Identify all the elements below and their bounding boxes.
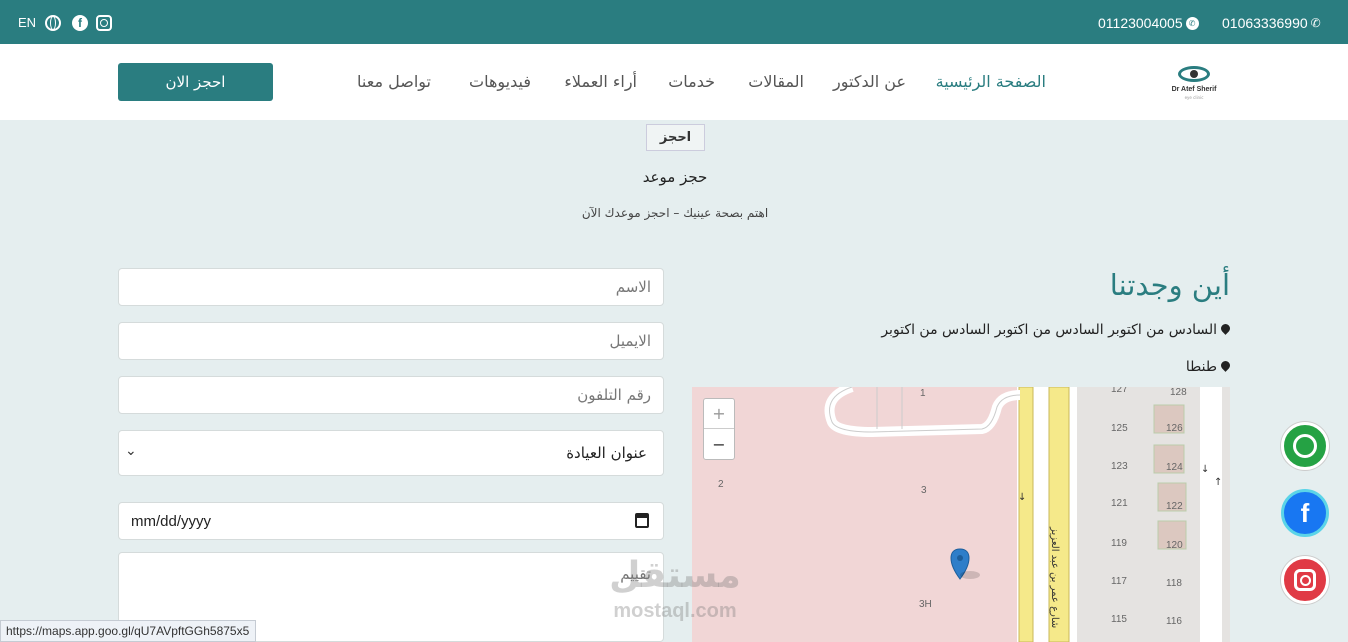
facebook-icon: f [1300, 497, 1310, 528]
phone-input[interactable] [119, 377, 663, 413]
map-label: 3H [919, 599, 932, 610]
svg-text:↓: ↓ [1018, 492, 1026, 503]
clinic-select-value: عنوان العيادة [566, 444, 647, 462]
browser-status-url: https://maps.app.goo.gl/qU7AVpftGGh5875x… [0, 620, 256, 642]
address-line: السادس من اكتوبر السادس من اكتوبر السادس… [881, 322, 1230, 338]
whatsapp-icon: ✆ [1185, 16, 1199, 30]
nav-item-articles[interactable]: المقالات [748, 72, 804, 91]
book-now-button[interactable]: احجز الان [118, 63, 273, 101]
watermark-url: mostaql.com [613, 600, 737, 622]
globe-icon[interactable] [45, 15, 61, 31]
watermark-logo: مستقل [609, 555, 741, 596]
facebook-float-button[interactable]: f [1281, 489, 1329, 537]
phone-number: 01063336990 [1222, 15, 1308, 31]
location-map[interactable]: 1 2 3 3H 127 128 125 126 123 124 121 122… [692, 387, 1230, 642]
city-text: طنطا [1185, 359, 1217, 375]
site-logo[interactable]: Dr Atef Sherif eye clinic [1168, 62, 1220, 102]
map-pin-icon [1221, 361, 1230, 373]
zoom-in-button[interactable]: + [704, 399, 734, 429]
map-label: 128 [1170, 387, 1187, 398]
map-label: 122 [1166, 501, 1183, 512]
map-label: 126 [1166, 423, 1183, 434]
address-text: السادس من اكتوبر السادس من اكتوبر السادس… [881, 322, 1217, 338]
phone-field-wrap [118, 376, 664, 414]
city-line: طنطا [1186, 359, 1230, 375]
calendar-icon[interactable] [635, 513, 649, 528]
nav-menu: الصفحة الرئيسية عن الدكتور المقالات خدما… [355, 72, 1055, 96]
map-label: 116 [1166, 616, 1182, 627]
nav-item-services[interactable]: خدمات [668, 72, 715, 91]
name-input[interactable] [119, 269, 663, 305]
section-badge: احجز [646, 124, 705, 151]
main-navbar: احجز الان الصفحة الرئيسية عن الدكتور الم… [0, 44, 1348, 120]
logo-subtext: eye clinic [1184, 95, 1204, 100]
facebook-icon[interactable]: f [72, 15, 88, 31]
whatsapp-float-button[interactable] [1281, 422, 1329, 470]
clinic-select[interactable]: عنوان العيادة ⌄ [118, 430, 664, 476]
instagram-icon [1294, 569, 1316, 591]
email-field-wrap [118, 322, 664, 360]
map-label: 3 [921, 485, 927, 496]
instagram-float-button[interactable] [1281, 556, 1329, 604]
map-label: 124 [1166, 462, 1183, 473]
map-canvas[interactable]: 1 2 3 3H 127 128 125 126 123 124 121 122… [692, 387, 1230, 642]
whatsapp-icon [1293, 434, 1317, 458]
date-input[interactable]: mm/dd/yyyy [118, 502, 664, 540]
svg-text:↓: ↓ [1201, 464, 1209, 475]
map-label: 1 [920, 388, 926, 399]
section-title: حجز موعد [642, 168, 708, 186]
nav-item-testimonials[interactable]: أراء العملاء [564, 72, 637, 91]
phone-call[interactable]: 01063336990 ✆ [1222, 15, 1321, 31]
map-label: 123 [1111, 461, 1128, 472]
logo-text: Dr Atef Sherif [1171, 86, 1217, 93]
map-zoom-control: + − [703, 398, 735, 460]
language-switch[interactable]: EN [18, 15, 36, 30]
email-input[interactable] [119, 323, 663, 359]
map-label: 125 [1111, 423, 1128, 434]
map-label: 127 [1111, 387, 1128, 395]
name-field-wrap [118, 268, 664, 306]
location-title: أين وجدتنا [1109, 268, 1230, 302]
zoom-out-button[interactable]: − [704, 429, 734, 459]
top-bar: EN f 01123004005 ✆ 01063336990 ✆ [0, 0, 1348, 44]
map-label: 118 [1166, 578, 1182, 589]
eye-icon [1178, 66, 1210, 82]
map-label: 120 [1166, 540, 1183, 551]
nav-item-videos[interactable]: فيديوهات [469, 72, 531, 91]
nav-item-home[interactable]: الصفحة الرئيسية [936, 72, 1046, 91]
svg-text:↑: ↑ [1214, 477, 1222, 488]
nav-item-about-doctor[interactable]: عن الدكتور [833, 72, 906, 91]
map-label: 121 [1111, 498, 1128, 509]
street-label: شارع عمر بن عبد العزيز [1049, 526, 1060, 628]
map-label: 117 [1111, 576, 1127, 587]
map-label: 119 [1111, 538, 1127, 549]
map-marker [950, 548, 980, 580]
section-subtitle: اهتم بصحة عينيك – احجز موعدك الآن [581, 206, 769, 220]
instagram-icon[interactable] [96, 15, 112, 31]
map-pin-icon [1221, 324, 1230, 336]
nav-item-contact[interactable]: تواصل معنا [357, 72, 431, 91]
phone-number: 01123004005 [1098, 15, 1183, 31]
date-value: mm/dd/yyyy [131, 513, 212, 530]
phone-whatsapp[interactable]: 01123004005 ✆ [1098, 15, 1199, 31]
map-label: 2 [718, 479, 724, 490]
chevron-down-icon: ⌄ [125, 443, 137, 459]
phone-icon: ✆ [1310, 16, 1321, 30]
map-label: 115 [1111, 614, 1127, 625]
